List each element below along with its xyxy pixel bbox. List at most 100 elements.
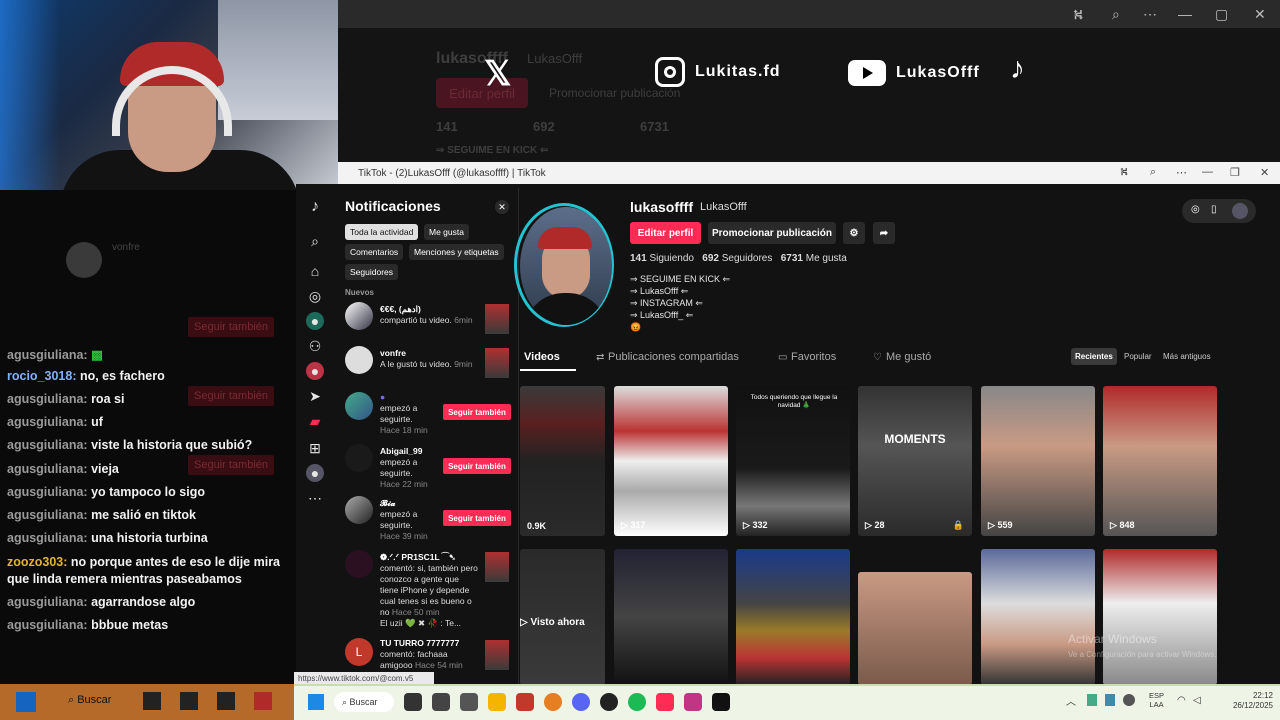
filter-all-activity[interactable]: Toda la actividad <box>345 224 419 240</box>
search-icon[interactable]: ⌕ Buscar <box>68 694 111 707</box>
close-icon[interactable]: ✕ <box>495 200 509 214</box>
avatar[interactable] <box>1232 203 1248 219</box>
close-icon[interactable]: ✕ <box>1254 6 1266 23</box>
following-icon[interactable]: ● <box>306 312 324 330</box>
share-icon[interactable]: ➦ <box>873 222 895 244</box>
app-icon[interactable] <box>516 693 534 711</box>
edit-profile-button[interactable]: Editar perfil <box>630 222 701 244</box>
more-icon[interactable]: ⋯ <box>306 489 324 507</box>
video-thumbnail[interactable] <box>858 572 972 685</box>
tray-icon[interactable] <box>1087 694 1097 706</box>
video-thumbnail[interactable] <box>981 549 1095 685</box>
following-count[interactable]: 141 <box>630 253 647 264</box>
instagram-app-icon[interactable] <box>684 693 702 711</box>
messages-icon[interactable]: ➤ <box>306 387 324 405</box>
taskview-icon[interactable] <box>404 693 422 711</box>
sort-recent[interactable]: Recientes <box>1071 348 1117 365</box>
discord-icon[interactable] <box>572 693 590 711</box>
more-icon[interactable]: ⋯ <box>1176 166 1187 179</box>
translate-icon[interactable]: ⛕ <box>1120 166 1128 180</box>
friends-icon[interactable]: ⚇ <box>306 337 324 355</box>
opera-icon[interactable] <box>544 693 562 711</box>
live-icon[interactable]: ● <box>306 362 324 380</box>
notification-item[interactable]: €€€, (ادهم) compartió tu video. 6min <box>345 302 513 338</box>
notification-item[interactable]: ❁.ᐟ.ᐟ PR1SC1L ⁀➷ comentó: si, también per… <box>345 550 513 630</box>
zoom-icon[interactable]: ⌕ <box>1150 166 1156 179</box>
video-thumbnail[interactable]: MOMENTS ▷ 28 🔒 <box>858 386 972 536</box>
taskview-icon[interactable] <box>143 692 161 710</box>
app-icon[interactable] <box>180 692 198 710</box>
tab-videos[interactable]: Videos <box>524 351 560 363</box>
tiktok-home-logo-icon[interactable]: ♪ <box>306 198 324 216</box>
store-icon[interactable] <box>460 693 478 711</box>
app-icon[interactable] <box>217 692 235 710</box>
notification-item[interactable]: vonfre A le gustó tu video. 9min <box>345 346 513 382</box>
clock-date[interactable]: 26/12/2025 <box>1233 701 1273 710</box>
video-thumbnail[interactable] <box>614 549 728 685</box>
more-icon[interactable]: ⋯ <box>1143 6 1157 23</box>
spotify-icon[interactable] <box>628 693 646 711</box>
folder-icon[interactable] <box>488 693 506 711</box>
minimize-icon[interactable]: — <box>1202 166 1213 178</box>
video-thumbnail[interactable]: ▷ Visto ahora <box>520 549 605 685</box>
tab-liked[interactable]: Me gustó <box>886 351 931 363</box>
volume-icon[interactable]: ◁ <box>1193 695 1201 706</box>
video-thumbnail[interactable] <box>485 552 509 582</box>
explore-icon[interactable]: ◎ <box>306 287 324 305</box>
clock[interactable]: 22:12 26/12/2025 <box>1203 691 1273 711</box>
wifi-icon[interactable]: ◠ <box>1177 695 1186 706</box>
filter-mentions[interactable]: Menciones y etiquetas <box>409 244 504 260</box>
minimize-icon[interactable]: — <box>1178 6 1192 22</box>
windows-start-icon[interactable] <box>16 692 36 712</box>
search-box[interactable]: ⌕ Buscar <box>334 692 394 712</box>
video-thumbnail[interactable]: ▷ 559 <box>981 386 1095 536</box>
video-thumbnail[interactable] <box>485 304 509 334</box>
video-thumbnail[interactable]: Todos queriendo que llegue la navidad 🎄 … <box>736 386 850 536</box>
video-thumbnail[interactable] <box>736 549 850 685</box>
filter-likes[interactable]: Me gusta <box>424 224 469 240</box>
maximize-icon[interactable]: ▢ <box>1215 6 1228 23</box>
tiktok-app-icon[interactable] <box>712 693 730 711</box>
video-thumbnail[interactable]: ▷ 317 <box>614 386 728 536</box>
followers-count[interactable]: 692 <box>702 253 719 264</box>
profile-avatar[interactable] <box>514 203 616 327</box>
tray-icon[interactable] <box>1105 694 1115 706</box>
windows-start-icon[interactable] <box>308 694 324 710</box>
sort-popular[interactable]: Popular <box>1120 348 1156 365</box>
tab-favorites[interactable]: Favoritos <box>791 351 836 363</box>
notification-item[interactable]: 𝓑𝓲𝓪 empezó a seguirte. Hace 39 min Seguir … <box>345 496 513 541</box>
zoom-icon[interactable]: ⌕ <box>1112 6 1120 23</box>
close-icon[interactable]: ✕ <box>1260 166 1269 179</box>
sort-oldest[interactable]: Más antiguos <box>1159 348 1215 365</box>
translate-icon[interactable]: ⛕ <box>1073 6 1083 25</box>
activity-icon[interactable]: ▰ <box>306 412 324 430</box>
filter-followers[interactable]: Seguidores <box>345 264 399 280</box>
video-thumbnail[interactable]: ▷ 848 <box>1103 386 1217 536</box>
search-label[interactable]: Buscar <box>350 697 378 707</box>
promote-post-button[interactable]: Promocionar publicación <box>708 222 836 244</box>
upload-icon[interactable]: ⊞ <box>306 439 324 457</box>
video-thumbnail[interactable]: 0.9K <box>520 386 605 536</box>
notification-item[interactable]: ● empezó a seguirte. Hace 18 min Seguir ta… <box>345 392 513 436</box>
home-icon[interactable]: ⌂ <box>306 262 324 280</box>
follow-back-button[interactable]: Seguir también <box>443 510 511 526</box>
video-thumbnail[interactable] <box>485 348 509 378</box>
restore-icon[interactable]: ❐ <box>1230 166 1240 179</box>
tray-icon[interactable] <box>1123 694 1135 706</box>
phone-icon[interactable]: ▯ <box>1211 204 1217 215</box>
widgets-icon[interactable] <box>432 693 450 711</box>
app-icon[interactable] <box>254 692 272 710</box>
tiktok-app-icon[interactable] <box>656 693 674 711</box>
clock-time[interactable]: 22:12 <box>1253 691 1273 700</box>
profile-avatar-icon[interactable]: ● <box>306 464 324 482</box>
tray-chevron-icon[interactable]: ︿ <box>1066 693 1076 708</box>
video-thumbnail[interactable] <box>485 640 509 670</box>
search-label[interactable]: Buscar <box>77 694 111 706</box>
language-layout[interactable]: LAA <box>1149 700 1163 709</box>
settings-icon[interactable]: ⚙ <box>843 222 865 244</box>
follow-back-button[interactable]: Seguir también <box>443 458 511 474</box>
filter-comments[interactable]: Comentarios <box>345 244 404 260</box>
language-code[interactable]: ESP <box>1149 691 1164 700</box>
language-indicator[interactable]: ESP LAA <box>1149 691 1164 709</box>
follow-back-button[interactable]: Seguir también <box>443 404 511 420</box>
